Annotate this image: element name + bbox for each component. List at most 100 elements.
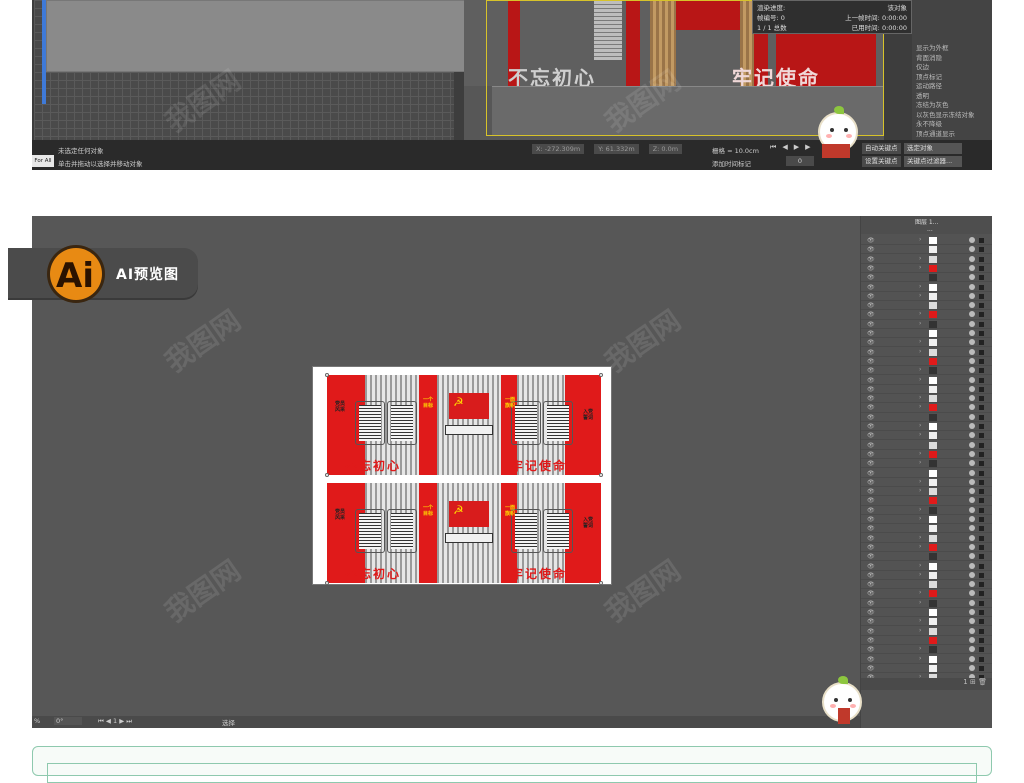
target-circle-icon[interactable] bbox=[969, 460, 975, 467]
expand-arrow-icon[interactable]: › bbox=[919, 571, 921, 578]
menu-item[interactable]: 仅边 bbox=[916, 63, 988, 73]
layer-row[interactable]: 👁› bbox=[861, 487, 992, 497]
menu-item[interactable]: 运动路径 bbox=[916, 82, 988, 92]
layer-row[interactable]: 👁 bbox=[861, 496, 992, 506]
selection-square-icon[interactable] bbox=[979, 470, 984, 476]
visibility-eye-icon[interactable]: 👁 bbox=[867, 488, 875, 495]
new-layer-icon[interactable]: ⊞ bbox=[970, 678, 976, 686]
selection-square-icon[interactable] bbox=[979, 396, 984, 402]
selection-square-icon[interactable] bbox=[979, 451, 984, 457]
design-board-bottom[interactable]: 一个目标 一面旗帜 党员风采 入党誓词 不忘初心 牢记使命 bbox=[327, 483, 601, 583]
visibility-eye-icon[interactable]: 👁 bbox=[867, 274, 875, 281]
selection-square-icon[interactable] bbox=[979, 507, 984, 513]
visibility-eye-icon[interactable]: 👁 bbox=[867, 432, 875, 439]
visibility-eye-icon[interactable]: 👁 bbox=[867, 284, 875, 291]
visibility-eye-icon[interactable]: 👁 bbox=[867, 311, 875, 318]
visibility-eye-icon[interactable]: 👁 bbox=[867, 302, 875, 309]
target-circle-icon[interactable] bbox=[969, 423, 975, 429]
expand-arrow-icon[interactable]: › bbox=[919, 515, 921, 522]
key-filter-button[interactable]: 关键点过滤器... bbox=[904, 156, 962, 167]
design-board-top[interactable]: 一个目标 一面旗帜 党员风采 入党誓词 不忘初心 牢记使命 bbox=[327, 375, 601, 475]
visibility-eye-icon[interactable]: 👁 bbox=[867, 563, 875, 570]
layer-row[interactable]: 👁› bbox=[861, 264, 992, 274]
artboard[interactable]: 一个目标 一面旗帜 党员风采 入党誓词 不忘初心 牢记使命 一个目标 一面旗帜 … bbox=[312, 366, 612, 585]
selection-square-icon[interactable] bbox=[979, 600, 984, 606]
expand-arrow-icon[interactable]: › bbox=[919, 562, 921, 569]
visibility-eye-icon[interactable]: 👁 bbox=[867, 395, 875, 402]
layer-row[interactable]: 👁› bbox=[861, 571, 992, 580]
target-circle-icon[interactable] bbox=[969, 488, 975, 495]
y-coord[interactable]: Y: 61.332m bbox=[594, 144, 639, 154]
target-circle-icon[interactable] bbox=[969, 292, 975, 299]
target-circle-icon[interactable] bbox=[969, 283, 975, 290]
expand-arrow-icon[interactable]: › bbox=[919, 348, 921, 355]
visibility-eye-icon[interactable]: 👁 bbox=[867, 581, 875, 588]
target-circle-icon[interactable] bbox=[969, 571, 975, 578]
visibility-eye-icon[interactable]: 👁 bbox=[867, 525, 875, 532]
visibility-eye-icon[interactable]: 👁 bbox=[867, 237, 875, 244]
selection-handle[interactable] bbox=[325, 581, 329, 585]
layer-row[interactable]: 👁› bbox=[861, 599, 992, 608]
auto-key-button[interactable]: 自动关键点 bbox=[862, 143, 901, 154]
visibility-eye-icon[interactable]: 👁 bbox=[867, 293, 875, 300]
selection-square-icon[interactable] bbox=[979, 377, 984, 383]
current-frame-field[interactable]: 0 bbox=[786, 156, 814, 166]
expand-arrow-icon[interactable]: › bbox=[919, 255, 921, 262]
prev-frame-icon[interactable]: ◀ bbox=[782, 143, 787, 152]
layer-row[interactable]: 👁› bbox=[861, 394, 992, 404]
target-circle-icon[interactable] bbox=[969, 320, 975, 327]
expand-arrow-icon[interactable]: › bbox=[919, 366, 921, 373]
visibility-eye-icon[interactable]: 👁 bbox=[867, 507, 875, 514]
layer-row[interactable]: 👁› bbox=[861, 376, 992, 385]
target-circle-icon[interactable] bbox=[969, 348, 975, 355]
selection-square-icon[interactable] bbox=[979, 619, 984, 625]
menu-item[interactable]: 顶点标记 bbox=[916, 73, 988, 83]
set-key-button[interactable]: 设置关键点 bbox=[862, 156, 901, 167]
expand-arrow-icon[interactable]: › bbox=[919, 320, 921, 327]
layer-row[interactable]: 👁› bbox=[861, 645, 992, 655]
next-frame-icon[interactable]: ▶ bbox=[805, 143, 810, 152]
visibility-eye-icon[interactable]: 👁 bbox=[867, 349, 875, 356]
target-circle-icon[interactable] bbox=[969, 450, 975, 457]
visibility-eye-icon[interactable]: 👁 bbox=[867, 544, 875, 551]
target-circle-icon[interactable] bbox=[969, 302, 975, 309]
artboard-number[interactable]: 1 bbox=[113, 717, 117, 725]
expand-arrow-icon[interactable]: › bbox=[919, 655, 921, 662]
selection-square-icon[interactable] bbox=[979, 563, 984, 569]
menu-item[interactable]: 背面消隐 bbox=[916, 54, 988, 64]
visibility-eye-icon[interactable]: 👁 bbox=[867, 386, 875, 393]
play-icon[interactable]: ▶ bbox=[794, 143, 799, 152]
layer-row[interactable]: 👁 bbox=[861, 385, 992, 394]
selection-square-icon[interactable] bbox=[979, 331, 984, 336]
target-circle-icon[interactable] bbox=[969, 562, 975, 569]
target-circle-icon[interactable] bbox=[969, 618, 975, 625]
target-circle-icon[interactable] bbox=[969, 609, 975, 615]
expand-arrow-icon[interactable]: › bbox=[919, 292, 921, 299]
layer-row[interactable]: 👁› bbox=[861, 310, 992, 320]
target-circle-icon[interactable] bbox=[969, 581, 975, 588]
target-circle-icon[interactable] bbox=[969, 339, 975, 346]
selection-square-icon[interactable] bbox=[979, 386, 984, 392]
layer-row[interactable]: 👁› bbox=[861, 589, 992, 599]
layer-row[interactable]: 👁› bbox=[861, 292, 992, 301]
selection-handle[interactable] bbox=[599, 581, 603, 585]
selection-square-icon[interactable] bbox=[979, 284, 984, 290]
menu-item[interactable]: 显示为外框 bbox=[916, 44, 988, 54]
layer-row[interactable]: 👁› bbox=[861, 366, 992, 376]
target-circle-icon[interactable] bbox=[969, 357, 975, 364]
z-coord[interactable]: Z: 0.0m bbox=[648, 144, 683, 154]
x-coord[interactable]: X: -272.309m bbox=[532, 144, 585, 154]
selection-handle[interactable] bbox=[325, 373, 329, 377]
visibility-eye-icon[interactable]: 👁 bbox=[867, 451, 875, 458]
selection-square-icon[interactable] bbox=[979, 340, 984, 346]
layer-row[interactable]: 👁› bbox=[861, 478, 992, 487]
target-circle-icon[interactable] bbox=[969, 330, 975, 336]
visibility-eye-icon[interactable]: 👁 bbox=[867, 628, 875, 635]
target-circle-icon[interactable] bbox=[969, 655, 975, 662]
visibility-eye-icon[interactable]: 👁 bbox=[867, 590, 875, 597]
layer-row[interactable]: 👁 bbox=[861, 441, 992, 450]
expand-arrow-icon[interactable]: › bbox=[919, 589, 921, 596]
menu-item[interactable]: 以灰色显示冻结对象 bbox=[916, 111, 988, 121]
target-circle-icon[interactable] bbox=[969, 516, 975, 522]
selection-square-icon[interactable] bbox=[979, 544, 984, 550]
